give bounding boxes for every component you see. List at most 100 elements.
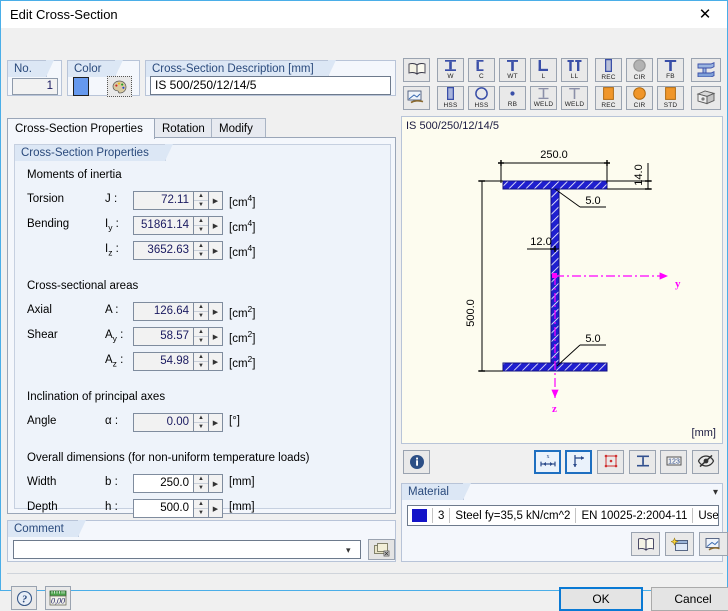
spinner-down-icon[interactable]: ▼ [194, 423, 208, 431]
spinner-up-icon[interactable]: ▲ [194, 500, 208, 509]
spinner-more-icon[interactable]: ▶ [208, 499, 223, 518]
spinner-arrows[interactable]: ▲ ▼ [193, 499, 208, 518]
show-dimensions-button[interactable]: x [534, 450, 561, 474]
spinner-down-icon[interactable]: ▼ [194, 226, 208, 234]
property-spinner[interactable]: 54.98 ▲ ▼ ▶ [133, 352, 223, 371]
spinner-more-icon[interactable]: ▶ [208, 216, 223, 235]
property-spinner[interactable]: 72.11 ▲ ▼ ▶ [133, 191, 223, 210]
property-value-input[interactable]: 500.0 [133, 499, 193, 518]
shape-wt-button[interactable]: WT [499, 58, 526, 82]
description-input[interactable]: IS 500/250/12/14/5 [150, 76, 391, 95]
palette-icon[interactable] [107, 76, 132, 97]
shape-ll-button[interactable]: LL [561, 58, 588, 82]
circle-hollow-icon [633, 59, 646, 74]
shape-rb-button[interactable]: RB [499, 86, 526, 110]
spinner-up-icon[interactable]: ▲ [194, 414, 208, 423]
material-selector[interactable]: 3 Steel fy=35,5 kN/cm^2 EN 10025-2:2004-… [407, 505, 719, 526]
spinner-more-icon[interactable]: ▶ [208, 352, 223, 371]
cross-section-number-input[interactable]: 1 [12, 78, 58, 95]
shape-fb-button[interactable]: FB [657, 58, 684, 82]
spinner-up-icon[interactable]: ▲ [194, 475, 208, 484]
spinner-down-icon[interactable]: ▼ [194, 312, 208, 320]
shape-c-button[interactable]: C [468, 58, 495, 82]
shape-w-button[interactable]: W [437, 58, 464, 82]
material-library-button[interactable] [631, 532, 660, 556]
spinner-arrows[interactable]: ▲ ▼ [193, 327, 208, 346]
shape-hss-rect-button[interactable]: HSS [437, 86, 464, 110]
spinner-down-icon[interactable]: ▼ [194, 201, 208, 209]
tab-modify[interactable]: Modify [211, 118, 266, 138]
property-spinner[interactable]: 58.57 ▲ ▼ ▶ [133, 327, 223, 346]
show-section-outline-button[interactable] [629, 450, 656, 474]
spinner-arrows[interactable]: ▲ ▼ [193, 413, 208, 432]
spinner-arrows[interactable]: ▲ ▼ [193, 216, 208, 235]
property-value-input[interactable]: 250.0 [133, 474, 193, 493]
comment-input[interactable] [13, 540, 361, 559]
spinner-more-icon[interactable]: ▶ [208, 191, 223, 210]
show-axes-button[interactable] [565, 450, 592, 474]
shape-rec-hollow-button[interactable]: REC [595, 58, 622, 82]
spinner-down-icon[interactable]: ▼ [194, 509, 208, 517]
property-value-input[interactable]: 3652.63 [133, 241, 193, 260]
library-button[interactable] [403, 58, 430, 82]
tab-cross-section-properties[interactable]: Cross-Section Properties [7, 118, 155, 139]
property-value-input[interactable]: 126.64 [133, 302, 193, 321]
property-spinner[interactable]: 500.0 ▲ ▼ ▶ [133, 499, 223, 518]
shape-std-button[interactable]: STD [657, 86, 684, 110]
units-icon[interactable]: 0,00 [45, 586, 71, 610]
shape-weld-t-button[interactable]: WELD [561, 86, 588, 110]
property-spinner[interactable]: 51861.14 ▲ ▼ ▶ [133, 216, 223, 235]
shape-rec-solid-button[interactable]: REC [595, 86, 622, 110]
spinner-up-icon[interactable]: ▲ [194, 242, 208, 251]
property-value-input[interactable]: 72.11 [133, 191, 193, 210]
chevron-down-icon[interactable]: ▾ [346, 545, 351, 556]
shape-l-button[interactable]: L [530, 58, 557, 82]
spinner-arrows[interactable]: ▲ ▼ [193, 191, 208, 210]
show-numbers-button[interactable]: 123 [660, 450, 687, 474]
spinner-up-icon[interactable]: ▲ [194, 217, 208, 226]
property-value-input[interactable]: 58.57 [133, 327, 193, 346]
spinner-down-icon[interactable]: ▼ [194, 251, 208, 259]
spinner-more-icon[interactable]: ▶ [208, 302, 223, 321]
spinner-arrows[interactable]: ▲ ▼ [193, 474, 208, 493]
import-material-button[interactable] [699, 532, 728, 556]
shape-weld-i-button[interactable]: WELD [530, 86, 557, 110]
property-spinner[interactable]: 126.64 ▲ ▼ ▶ [133, 302, 223, 321]
tab-rotation[interactable]: Rotation [154, 118, 212, 138]
property-value-input[interactable]: 0.00 [133, 413, 193, 432]
chevron-down-icon[interactable]: ▾ [713, 487, 718, 498]
spinner-down-icon[interactable]: ▼ [194, 484, 208, 492]
help-icon[interactable]: ? [11, 586, 37, 610]
property-spinner[interactable]: 0.00 ▲ ▼ ▶ [133, 413, 223, 432]
spinner-more-icon[interactable]: ▶ [208, 413, 223, 432]
shape-cir-hollow-button[interactable]: CIR [626, 58, 653, 82]
spinner-more-icon[interactable]: ▶ [208, 327, 223, 346]
spinner-up-icon[interactable]: ▲ [194, 328, 208, 337]
property-unit: [mm] [229, 476, 255, 488]
spinner-up-icon[interactable]: ▲ [194, 353, 208, 362]
spinner-arrows[interactable]: ▲ ▼ [193, 241, 208, 260]
comment-library-icon[interactable] [368, 539, 395, 560]
property-spinner[interactable]: 3652.63 ▲ ▼ ▶ [133, 241, 223, 260]
spinner-down-icon[interactable]: ▼ [194, 362, 208, 370]
shape-hss-round-button[interactable]: HSS [468, 86, 495, 110]
spinner-up-icon[interactable]: ▲ [194, 303, 208, 312]
color-swatch[interactable] [73, 77, 89, 96]
show-grid-points-button[interactable] [597, 450, 624, 474]
spinner-arrows[interactable]: ▲ ▼ [193, 352, 208, 371]
spinner-arrows[interactable]: ▲ ▼ [193, 302, 208, 321]
spinner-up-icon[interactable]: ▲ [194, 192, 208, 201]
spinner-down-icon[interactable]: ▼ [194, 337, 208, 345]
property-spinner[interactable]: 250.0 ▲ ▼ ▶ [133, 474, 223, 493]
property-value-input[interactable]: 51861.14 [133, 216, 193, 235]
shape-cir-solid-button[interactable]: CIR [626, 86, 653, 110]
general-section-button[interactable] [691, 86, 721, 110]
hide-all-button[interactable] [692, 450, 719, 474]
close-icon[interactable]: ✕ [683, 1, 727, 27]
parametric-steel-button[interactable] [691, 58, 721, 82]
spinner-more-icon[interactable]: ▶ [208, 241, 223, 260]
property-value-input[interactable]: 54.98 [133, 352, 193, 371]
new-material-button[interactable] [665, 532, 694, 556]
import-button[interactable] [403, 86, 430, 110]
spinner-more-icon[interactable]: ▶ [208, 474, 223, 493]
